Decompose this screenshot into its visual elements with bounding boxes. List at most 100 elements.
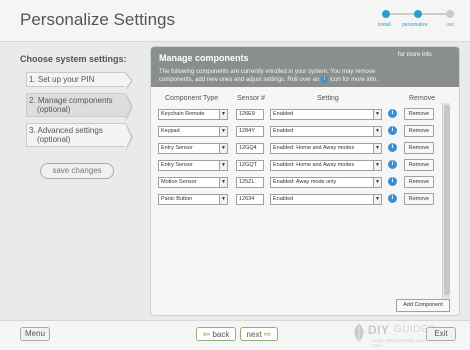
sidebar-step-manage-components[interactable]: 2. Manage components (optional)	[26, 93, 133, 121]
progress-label-personalize: personalize	[402, 22, 428, 28]
sensor-number-value: 12GQ4	[239, 145, 257, 151]
watermark-tagline: HOME IMPROVEMENT MADE EASY	[372, 338, 428, 348]
chevron-down-icon: ▼	[219, 161, 227, 170]
sidebar-step-advanced-settings[interactable]: 3. Advanced settings (optional)	[26, 123, 133, 151]
sensor-number-value: 126E9	[239, 111, 255, 117]
scrollbar-thumb[interactable]	[444, 105, 450, 295]
setting-value: Enabled: Home and Away modes	[273, 145, 355, 151]
setting-select[interactable]: Enabled: Home and Away modes ▼	[270, 143, 382, 154]
step-arrow-fill	[125, 94, 131, 120]
setting-value: Enabled: Home and Away modes	[273, 162, 355, 168]
sidebar-step-pin[interactable]: 1. Set up your PIN	[26, 72, 133, 90]
progress-label-use: use	[446, 22, 455, 28]
desc-line-3: icon for more info.	[329, 77, 378, 84]
leaf-icon	[354, 324, 364, 342]
setting-select[interactable]: Enabled ▼	[270, 109, 382, 120]
menu-button[interactable]: Menu	[20, 327, 50, 341]
title-bar: Personalize Settings install personalize…	[0, 0, 470, 42]
setup-progress-indicator: install personalize use	[376, 8, 460, 34]
setting-value: Enabled	[273, 196, 294, 202]
component-type-value: Entry Sensor	[161, 162, 193, 168]
exit-button[interactable]: Exit	[426, 327, 456, 341]
info-icon[interactable]: i	[388, 143, 397, 152]
sensor-number-input[interactable]: 12GQ4	[236, 143, 264, 154]
column-header-remove: Remove	[409, 95, 436, 102]
desc-line-2: components, add new ones and adjust sett…	[159, 77, 320, 84]
progress-label-install: install	[378, 22, 391, 28]
chevron-down-icon: ▼	[219, 144, 227, 153]
column-header-sensor: Sensor #	[237, 95, 266, 102]
chevron-down-icon: ▼	[373, 110, 381, 119]
sensor-number-input[interactable]: 12634	[236, 194, 264, 205]
panel-header: Manage components for more info The foll…	[151, 47, 459, 87]
table-row: Entry Sensor ▼ 12GQT Enabled: Home and Away…	[158, 159, 438, 172]
component-type-select[interactable]: Keypad ▼	[158, 126, 228, 137]
add-component-button[interactable]: Add Component	[396, 299, 450, 312]
component-type-value: Keychain Remote	[161, 111, 205, 117]
setting-select[interactable]: Enabled: Home and Away modes ▼	[270, 160, 382, 171]
back-arrow-icon: ⇦	[202, 329, 211, 339]
info-icon[interactable]: i	[388, 160, 397, 169]
step-label: 3. Advanced settings	[29, 126, 103, 135]
back-button[interactable]: ⇦ back	[196, 327, 236, 341]
sensor-number-input[interactable]: 126E9	[236, 109, 264, 120]
setting-value: Enabled	[273, 128, 294, 134]
next-label: next	[246, 330, 262, 339]
progress-dot-use	[446, 10, 454, 18]
table-row: Keychain Remote ▼ 126E9 Enabled ▼ i Remove	[158, 108, 438, 121]
table-row: Entry Sensor ▼ 12GQ4 Enabled: Home and Away…	[158, 142, 438, 155]
sensor-number-value: 1284Y	[239, 128, 255, 134]
manage-components-panel: Manage components for more info The foll…	[150, 46, 460, 316]
column-header-type: Component Type	[165, 95, 219, 102]
back-label: back	[212, 330, 230, 339]
step-label: 1. Set up your PIN	[29, 75, 95, 84]
next-button[interactable]: next ⇨	[240, 327, 278, 341]
setting-select[interactable]: Enabled: Away mode only ▼	[270, 177, 382, 188]
sensor-number-value: 125ZL	[239, 179, 255, 185]
info-icon: i	[321, 76, 329, 83]
more-info-link[interactable]: for more info	[398, 52, 432, 58]
chevron-down-icon: ▼	[219, 195, 227, 204]
column-header-setting: Setting	[317, 95, 339, 102]
component-type-select[interactable]: Motion Sensor ▼	[158, 177, 228, 188]
next-arrow-icon: ⇨	[263, 329, 272, 339]
step-sublabel: (optional)	[37, 135, 71, 144]
chevron-down-icon: ▼	[219, 110, 227, 119]
setting-select[interactable]: Enabled ▼	[270, 194, 382, 205]
setting-value: Enabled: Away mode only	[273, 179, 337, 185]
sensor-number-input[interactable]: 12GQT	[236, 160, 264, 171]
step-arrow-fill	[125, 124, 131, 150]
setting-select[interactable]: Enabled ▼	[270, 126, 382, 137]
panel-title: Manage components	[159, 53, 249, 63]
remove-button[interactable]: Remove	[404, 176, 434, 188]
progress-dot-install	[382, 10, 390, 18]
sensor-number-input[interactable]: 1284Y	[236, 126, 264, 137]
component-type-select[interactable]: Entry Sensor ▼	[158, 160, 228, 171]
info-icon[interactable]: i	[388, 126, 397, 135]
remove-button[interactable]: Remove	[404, 193, 434, 205]
table-row: Panic Button ▼ 12634 Enabled ▼ i Remove	[158, 193, 438, 206]
save-changes-button[interactable]: save changes	[40, 163, 114, 179]
info-icon[interactable]: i	[388, 194, 397, 203]
components-scrollbar[interactable]	[442, 103, 450, 303]
remove-button[interactable]: Remove	[404, 108, 434, 120]
sidebar-heading: Choose system settings:	[20, 54, 127, 64]
remove-button[interactable]: Remove	[404, 125, 434, 137]
component-type-select[interactable]: Entry Sensor ▼	[158, 143, 228, 154]
settings-sidebar: Choose system settings: 1. Set up your P…	[12, 46, 140, 316]
info-icon[interactable]: i	[388, 177, 397, 186]
info-icon[interactable]: i	[388, 109, 397, 118]
progress-dot-personalize	[414, 10, 422, 18]
step-arrow-fill	[125, 73, 131, 89]
watermark-brand-a: DIY	[368, 323, 390, 337]
component-type-select[interactable]: Keychain Remote ▼	[158, 109, 228, 120]
remove-button[interactable]: Remove	[404, 159, 434, 171]
chevron-down-icon: ▼	[219, 178, 227, 187]
remove-button[interactable]: Remove	[404, 142, 434, 154]
sensor-number-value: 12634	[239, 196, 255, 202]
footer-bar: Menu ⇦ back next ⇨ DIY GUIDES HOME IMPRO…	[0, 320, 470, 350]
sensor-number-input[interactable]: 125ZL	[236, 177, 264, 188]
component-type-value: Panic Button	[161, 196, 193, 202]
page-title: Personalize Settings	[20, 10, 175, 29]
component-type-select[interactable]: Panic Button ▼	[158, 194, 228, 205]
